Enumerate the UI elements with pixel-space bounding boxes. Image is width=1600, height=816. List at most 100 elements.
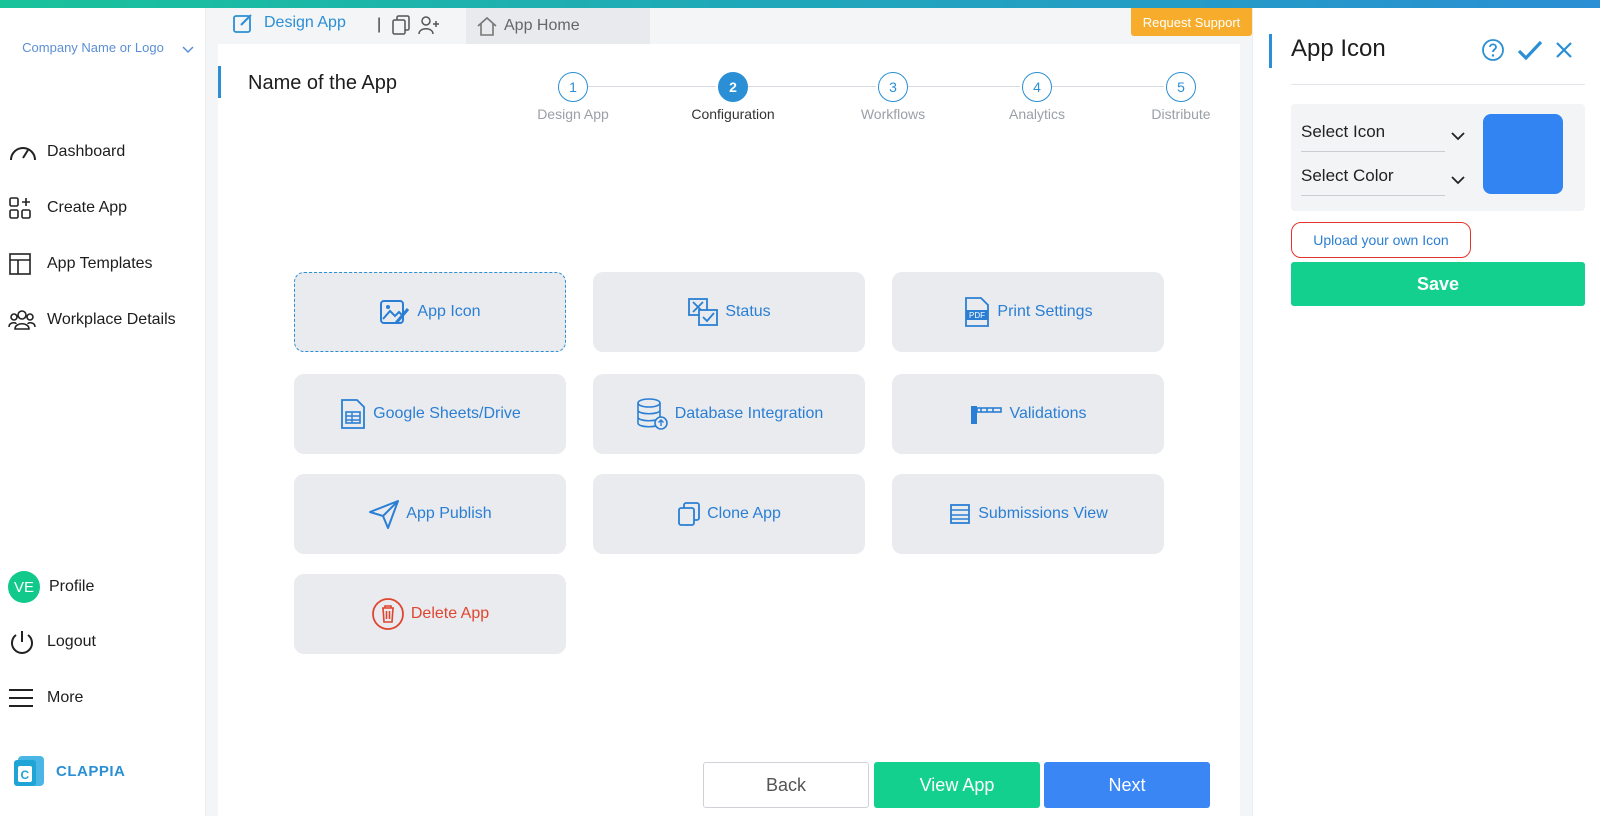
app-publish-card[interactable]: App Publish <box>294 474 566 554</box>
clone-app-card[interactable]: Clone App <box>593 474 865 554</box>
sidebar-item-label: Workplace Details <box>47 311 176 328</box>
paper-plane-icon <box>368 498 400 530</box>
chevron-down-icon <box>1451 126 1465 146</box>
main-area: Design App | App Home Request Support Na… <box>206 8 1252 816</box>
step-3-circle[interactable]: 3 <box>878 72 908 102</box>
database-integration-card[interactable]: Database Integration <box>593 374 865 454</box>
request-support-button[interactable]: Request Support <box>1131 8 1252 36</box>
tab-separator: | <box>377 16 382 33</box>
back-button[interactable]: Back <box>703 762 869 808</box>
card-label: Delete App <box>410 605 490 622</box>
svg-text:PDF: PDF <box>969 311 985 320</box>
check-icon[interactable] <box>1517 39 1543 66</box>
tab-label: Design App <box>264 14 346 31</box>
card-label: Validations <box>1009 405 1087 422</box>
power-icon <box>8 628 38 656</box>
select-color-dropdown[interactable]: Select Color <box>1301 156 1465 196</box>
sidebar-item-dashboard[interactable]: Dashboard <box>8 138 125 166</box>
step-3-label: Workflows <box>860 106 926 122</box>
upload-own-icon-link[interactable]: Upload your own Icon <box>1291 222 1471 258</box>
save-button[interactable]: Save <box>1291 262 1585 306</box>
google-sheets-card[interactable]: Google Sheets/Drive <box>294 374 566 454</box>
avatar: VE <box>8 571 40 603</box>
brand-name: CLAPPIA <box>56 762 126 780</box>
sidebar-item-profile[interactable]: VE Profile <box>8 570 94 604</box>
card-label: App Publish <box>406 505 492 522</box>
panel-accent <box>1269 34 1272 68</box>
add-user-icon[interactable] <box>418 15 440 40</box>
close-icon[interactable] <box>1555 41 1573 64</box>
step-2-label: Configuration <box>691 106 775 122</box>
delete-app-card[interactable]: Delete App <box>294 574 566 654</box>
pdf-icon: PDF <box>963 296 991 328</box>
barrier-icon <box>969 402 1003 426</box>
copy-icon <box>677 501 701 527</box>
app-icon-card[interactable]: App Icon <box>294 272 566 352</box>
sidebar-item-app-templates[interactable]: App Templates <box>8 250 153 278</box>
app-icon-panel: App Icon Select Icon Select Color Upload… <box>1252 8 1600 816</box>
icon-settings-box: Select Icon Select Color <box>1291 104 1585 211</box>
page-title: Name of the App <box>248 72 397 94</box>
select-color-label: Select Color <box>1301 165 1394 185</box>
sidebar-item-label: Dashboard <box>47 143 126 160</box>
top-gradient-bar <box>0 0 1600 8</box>
sidebar-item-more[interactable]: More <box>8 684 83 712</box>
company-logo-placeholder[interactable]: Company Name or Logo <box>18 36 168 59</box>
step-4-label: Analytics <box>1008 106 1066 122</box>
hamburger-icon <box>8 684 38 712</box>
grid-plus-icon <box>8 194 38 222</box>
step-2-circle[interactable]: 2 <box>718 72 748 102</box>
svg-text:C: C <box>21 768 30 782</box>
sheet-icon <box>339 398 367 430</box>
card-label: Print Settings <box>997 303 1093 320</box>
gauge-icon <box>8 138 38 166</box>
tab-bar: Design App | App Home Request Support <box>206 8 1252 44</box>
trash-icon <box>371 597 405 631</box>
step-4-circle[interactable]: 4 <box>1022 72 1052 102</box>
tab-design-app[interactable]: Design App <box>232 12 346 34</box>
select-icon-label: Select Icon <box>1301 121 1386 141</box>
help-icon[interactable] <box>1481 38 1505 67</box>
chevron-down-icon <box>1451 170 1465 190</box>
select-icon-dropdown[interactable]: Select Icon <box>1301 112 1465 152</box>
sidebar-item-label: Profile <box>49 578 95 595</box>
sidebar-item-label: App Templates <box>47 255 153 272</box>
next-button[interactable]: Next <box>1044 762 1210 808</box>
validations-card[interactable]: Validations <box>892 374 1164 454</box>
step-connector <box>748 86 876 87</box>
tab-app-home[interactable]: App Home <box>466 8 650 44</box>
copy-icon[interactable] <box>392 15 410 40</box>
image-edit-icon <box>379 297 411 327</box>
step-1-label: Design App <box>537 106 609 122</box>
icon-color-preview <box>1483 114 1563 194</box>
content-card: Name of the App 1 Design App 2 Configura… <box>218 44 1240 816</box>
submissions-view-card[interactable]: Submissions View <box>892 474 1164 554</box>
database-icon <box>635 397 669 431</box>
status-check-icon <box>687 297 719 327</box>
panel-title: App Icon <box>1291 35 1386 62</box>
step-connector <box>588 86 716 87</box>
card-label: App Icon <box>417 303 481 320</box>
sidebar: Company Name or Logo Dashboard Create Ap… <box>0 8 206 816</box>
status-card[interactable]: Status <box>593 272 865 352</box>
view-app-button[interactable]: View App <box>874 762 1040 808</box>
print-settings-card[interactable]: PDF Print Settings <box>892 272 1164 352</box>
card-label: Database Integration <box>674 405 824 422</box>
sidebar-item-create-app[interactable]: Create App <box>8 194 127 222</box>
template-icon <box>8 250 38 278</box>
panel-actions <box>1481 38 1573 67</box>
step-1-circle[interactable]: 1 <box>558 72 588 102</box>
step-5-circle[interactable]: 5 <box>1166 72 1196 102</box>
sidebar-item-logout[interactable]: Logout <box>8 628 96 656</box>
tab-quick-actions <box>392 15 440 40</box>
home-icon <box>476 16 498 36</box>
chevron-down-icon[interactable] <box>182 41 194 59</box>
card-label: Clone App <box>707 505 781 522</box>
step-5-label: Distribute <box>1151 106 1211 122</box>
title-accent <box>218 66 221 98</box>
clappia-logo-icon: C <box>12 754 46 788</box>
sidebar-item-workplace-details[interactable]: Workplace Details <box>8 306 176 334</box>
list-icon <box>948 502 972 526</box>
card-label: Submissions View <box>978 505 1108 522</box>
tab-label: App Home <box>504 17 580 34</box>
